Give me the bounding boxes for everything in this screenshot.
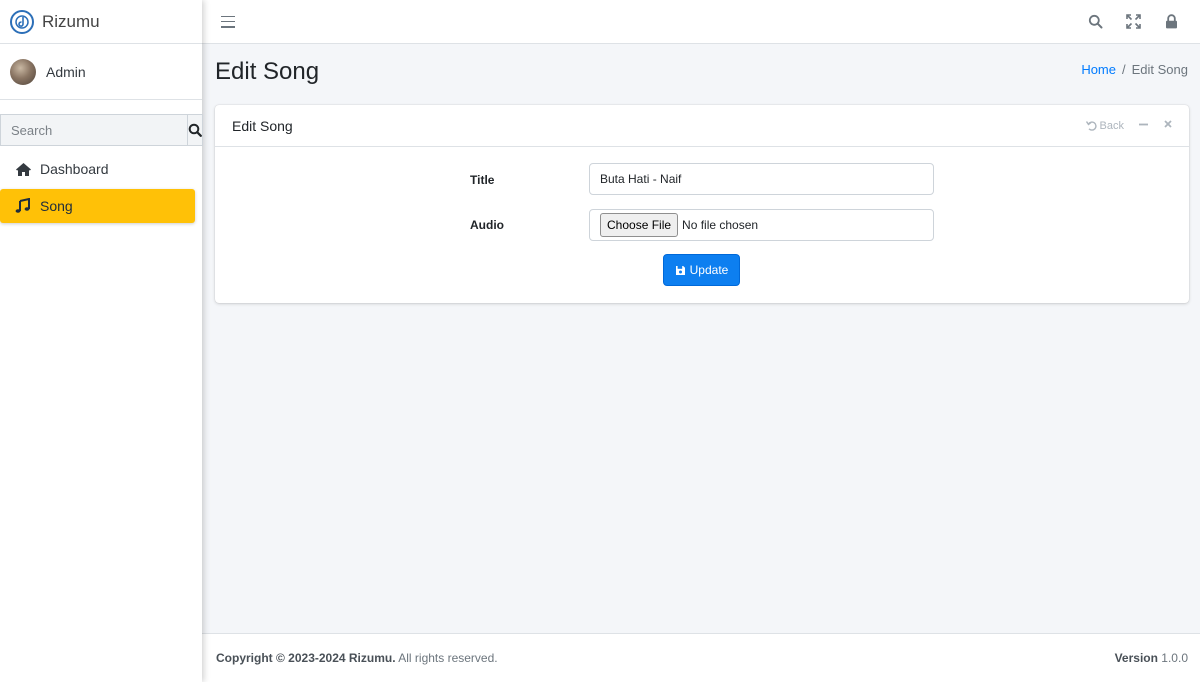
menu-icon[interactable] [221,15,235,28]
sidebar-nav: Dashboard Song [0,152,202,223]
music-icon [14,198,32,214]
breadcrumb-current: Edit Song [1131,62,1188,77]
edit-song-card: Edit Song Back Title Audio Choose File N… [215,105,1189,303]
update-button[interactable]: Update [663,254,740,286]
breadcrumb-home-link[interactable]: Home [1081,62,1116,77]
topbar [202,0,1200,44]
file-status: No file chosen [682,218,759,232]
back-button[interactable]: Back [1085,119,1124,132]
footer-copyright: Copyright © 2023-2024 Rizumu. All rights… [216,651,498,665]
version-label: Version [1114,651,1158,665]
title-label: Title [470,173,495,187]
audio-file-input[interactable]: Choose File No file chosen [589,209,934,241]
minus-icon [1139,123,1148,125]
user-panel[interactable]: Admin [0,44,202,100]
topbar-actions [1086,13,1180,31]
version-value: 1.0.0 [1161,651,1188,665]
update-label: Update [689,263,729,277]
footer: Copyright © 2023-2024 Rizumu. All rights… [202,633,1200,682]
sidebar-search-button[interactable] [187,114,203,146]
close-icon [1164,120,1172,128]
lock-icon[interactable] [1162,13,1180,31]
breadcrumb-separator: / [1122,62,1126,77]
music-disc-icon [10,9,34,34]
card-title: Edit Song [232,117,293,134]
sidebar-item-label: Dashboard [40,161,109,177]
brand-name: Rizumu [42,11,100,31]
breadcrumb: Home / Edit Song [1081,62,1188,77]
user-name: Admin [46,63,86,80]
collapse-button[interactable] [1138,119,1149,133]
brand-link[interactable]: Rizumu [0,0,202,44]
sidebar-item-song[interactable]: Song [0,189,195,223]
title-input[interactable] [589,163,934,195]
sidebar-item-dashboard[interactable]: Dashboard [0,152,195,186]
card-header: Edit Song Back [215,105,1189,147]
page-title: Edit Song [215,58,320,85]
undo-icon [1085,121,1097,131]
sidebar-search-input[interactable] [0,114,187,146]
search-icon [188,123,202,137]
choose-file-button[interactable]: Choose File [600,213,679,237]
card-tools: Back [1085,119,1173,133]
copyright-suffix: All rights reserved. [398,651,498,665]
home-icon [14,161,32,177]
sidebar: Rizumu Admin Dashboard Song [0,0,203,682]
footer-version: Version 1.0.0 [1115,651,1188,665]
copyright-prefix: Copyright © 2023-2024 Rizumu. [216,651,396,665]
back-label: Back [1099,119,1124,132]
remove-button[interactable] [1163,119,1173,132]
sidebar-search [0,114,203,146]
audio-label: Audio [470,218,504,232]
search-icon[interactable] [1086,13,1104,31]
save-icon [675,265,685,275]
fullscreen-icon[interactable] [1124,13,1142,31]
sidebar-item-label: Song [40,198,73,214]
avatar [10,58,36,85]
